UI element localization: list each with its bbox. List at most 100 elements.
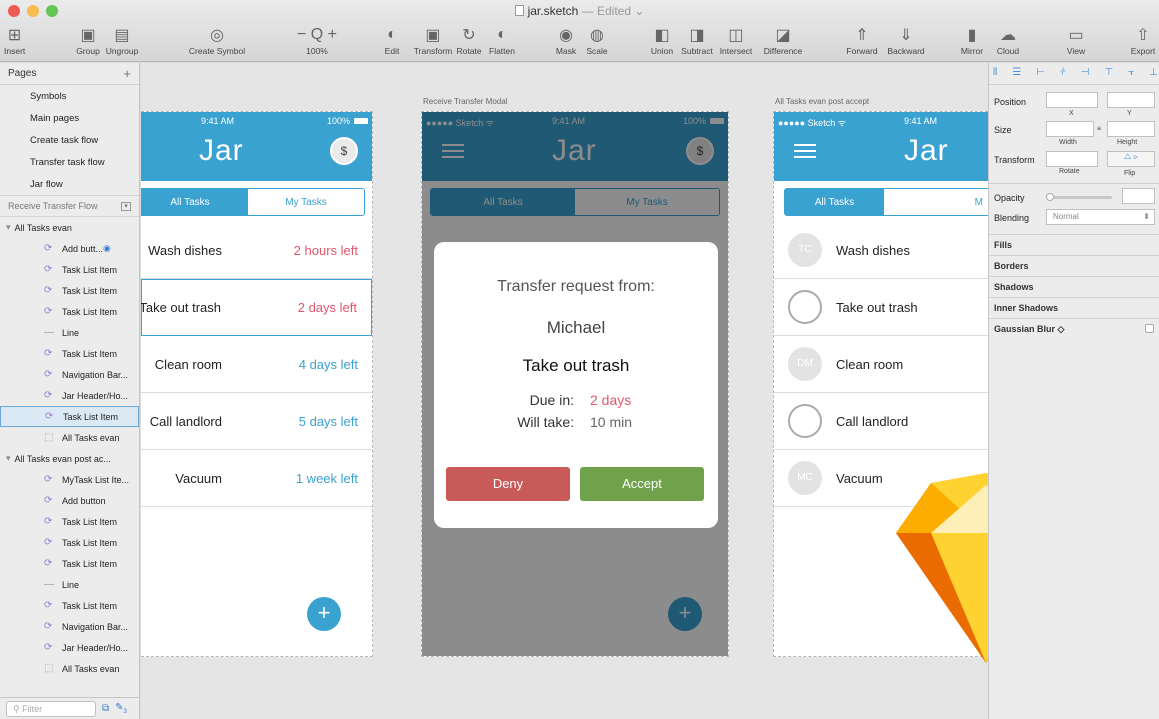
align-left-icon[interactable]: ⊢ (1036, 67, 1045, 78)
difference-tool[interactable]: ◪ Difference (764, 24, 803, 56)
task-list-item[interactable]: Call landlord 5 days left (141, 393, 372, 450)
y-input[interactable] (1107, 92, 1155, 108)
eye-icon[interactable]: ◉ (103, 243, 111, 254)
zoom-tool[interactable]: − Q + 100% (297, 24, 337, 56)
page-item[interactable]: Transfer task flow (0, 151, 139, 173)
artboard-label[interactable]: Receive Transfer Modal (423, 97, 507, 106)
layer-item[interactable]: ⟳ Add button (0, 490, 139, 511)
cloud-tool[interactable]: ☁ Cloud (997, 24, 1019, 56)
artboard-receive-transfer-modal[interactable]: ●●●●● Sketch ᯤ 9:41 AM 100% Jar $ All Ta… (421, 111, 729, 657)
page-item[interactable]: Main pages (0, 107, 139, 129)
forward-tool[interactable]: ⇑ Forward (846, 24, 877, 56)
x-input[interactable] (1046, 92, 1098, 108)
tab-all-tasks[interactable]: All Tasks (785, 189, 884, 215)
coin-icon[interactable]: $ (330, 137, 358, 165)
intersect-tool[interactable]: ◫ Intersect (720, 24, 753, 56)
task-list-item[interactable]: Call landlord (774, 393, 988, 450)
layer-item[interactable]: — Line (0, 574, 139, 595)
add-button[interactable]: + (307, 597, 341, 631)
width-input[interactable] (1046, 121, 1094, 137)
rotate-tool[interactable]: ↻ Rotate (456, 24, 481, 56)
insert-tool[interactable]: ⊞ Insert (4, 24, 25, 56)
mask-tool[interactable]: ◉ Mask (556, 24, 576, 56)
inspector-section[interactable]: Borders (989, 255, 1159, 276)
disclosure-triangle-icon[interactable]: ▾ (6, 453, 11, 464)
edit-filter-icon[interactable]: ✎3 (115, 702, 127, 715)
flatten-tool[interactable]: ◐ Flatten (489, 24, 515, 56)
inspector-section[interactable]: Gaussian Blur ◇ (989, 318, 1159, 339)
layer-item[interactable]: ⟳ Task List Item (0, 343, 139, 364)
inspector-section[interactable]: Fills (989, 234, 1159, 255)
align-top-icon[interactable]: ⊤ (1104, 67, 1113, 78)
current-page-section[interactable]: Receive Transfer Flow ▾ (0, 195, 139, 217)
task-list-item[interactable]: TC Wash dishes (774, 222, 988, 279)
group-tool[interactable]: ▣ Group (76, 24, 100, 56)
artboard-all-tasks[interactable]: 9:41 AM 100% Jar $ All Tasks My Tasks Wa… (141, 111, 373, 657)
blending-select[interactable]: Normal ⬍ (1046, 209, 1155, 225)
align-bottom-icon[interactable]: ⊥ (1149, 67, 1158, 78)
layer-item[interactable]: ⟳ Navigation Bar... (0, 616, 139, 637)
transform-tool[interactable]: ▣ Transform (414, 24, 452, 56)
layer-item[interactable]: ⟳ Task List Item (0, 511, 139, 532)
scale-tool[interactable]: ◍ Scale (586, 24, 607, 56)
task-list-item[interactable]: Clean room 4 days left (141, 336, 372, 393)
opacity-slider[interactable] (1046, 193, 1112, 201)
task-list-item[interactable]: Take out trash 2 days left (141, 279, 372, 336)
layer-item[interactable]: ⟳ Task List Item (0, 301, 139, 322)
distribute-h-icon[interactable]: ⫴ (993, 67, 997, 78)
flip-buttons[interactable]: ⧍ ⊳ (1107, 151, 1155, 167)
disclosure-triangle-icon[interactable]: ▾ (6, 222, 11, 233)
opacity-input[interactable] (1122, 188, 1155, 204)
layer-item[interactable]: ⟳ Task List Item (0, 280, 139, 301)
chevron-down-icon[interactable]: ⌄ (634, 4, 644, 18)
filter-input[interactable]: ⚲ Filter (6, 700, 96, 717)
layer-item[interactable]: ⟳ Jar Header/Ho... (0, 385, 139, 406)
layer-item[interactable]: ⟳ Add butt... ◉ (0, 238, 139, 259)
layer-item[interactable]: ⬚ All Tasks evan (0, 658, 139, 679)
layer-item[interactable]: ⟳ Task List Item (0, 532, 139, 553)
inspector-section[interactable]: Shadows (989, 276, 1159, 297)
artboard-label[interactable]: All Tasks evan post accept (775, 97, 869, 106)
layer-item[interactable]: ⟳ MyTask List Ite... (0, 469, 139, 490)
distribute-v-icon[interactable]: ☰ (1012, 67, 1021, 78)
export-tool[interactable]: ⇧ Export (1131, 24, 1156, 56)
edit-tool[interactable]: ◐ Edit (385, 24, 400, 56)
canvas[interactable]: 9:41 AM 100% Jar $ All Tasks My Tasks Wa… (141, 63, 988, 719)
inspector-section[interactable]: Inner Shadows (989, 297, 1159, 318)
tab-all-tasks[interactable]: All Tasks (141, 189, 248, 215)
task-list-item[interactable]: Wash dishes 2 hours left (141, 222, 372, 279)
tab-my-tasks[interactable]: M (884, 189, 988, 215)
height-input[interactable] (1107, 121, 1155, 137)
mirror-tool[interactable]: ▮ Mirror (961, 24, 983, 56)
ungroup-tool[interactable]: ▤ Ungroup (106, 24, 139, 56)
task-list-item[interactable]: DM Clean room (774, 336, 988, 393)
layer-item[interactable]: ⬚ All Tasks evan (0, 427, 139, 448)
tab-my-tasks[interactable]: My Tasks (248, 189, 364, 215)
add-page-icon[interactable]: + (123, 66, 131, 81)
page-item[interactable]: Symbols (0, 85, 139, 107)
task-list-item[interactable]: Take out trash (774, 279, 988, 336)
create-symbol-tool[interactable]: ◎ Create Symbol (189, 24, 245, 56)
align-center-icon[interactable]: ⫩ (1060, 67, 1066, 78)
accept-button[interactable]: Accept (580, 467, 704, 501)
rotate-input[interactable] (1046, 151, 1098, 167)
layer-group[interactable]: ▾ All Tasks evan post ac... (0, 448, 139, 469)
task-list-item[interactable]: Vacuum 1 week left (141, 450, 372, 507)
layer-item[interactable]: ⟳ Task List Item (0, 595, 139, 616)
align-middle-icon[interactable]: ⫟ (1128, 67, 1134, 78)
layer-group[interactable]: ▾ All Tasks evan (0, 217, 139, 238)
collapse-icon[interactable]: ▾ (121, 201, 131, 211)
page-item[interactable]: Create task flow (0, 129, 139, 151)
blur-checkbox[interactable] (1145, 324, 1154, 333)
layer-item[interactable]: ⟳ Navigation Bar... (0, 364, 139, 385)
align-right-icon[interactable]: ⊣ (1081, 67, 1090, 78)
layer-item[interactable]: ⟳ Task List Item (0, 406, 139, 427)
layer-item[interactable]: ⟳ Task List Item (0, 553, 139, 574)
backward-tool[interactable]: ⇓ Backward (887, 24, 924, 56)
deny-button[interactable]: Deny (446, 467, 570, 501)
union-tool[interactable]: ◧ Union (651, 24, 673, 56)
page-item[interactable]: Jar flow (0, 173, 139, 195)
view-tool[interactable]: ▭ View (1067, 24, 1085, 56)
symbol-filter-icon[interactable]: ⧉ (102, 703, 109, 714)
lock-icon[interactable]: 🔒︎ (1097, 123, 1101, 133)
